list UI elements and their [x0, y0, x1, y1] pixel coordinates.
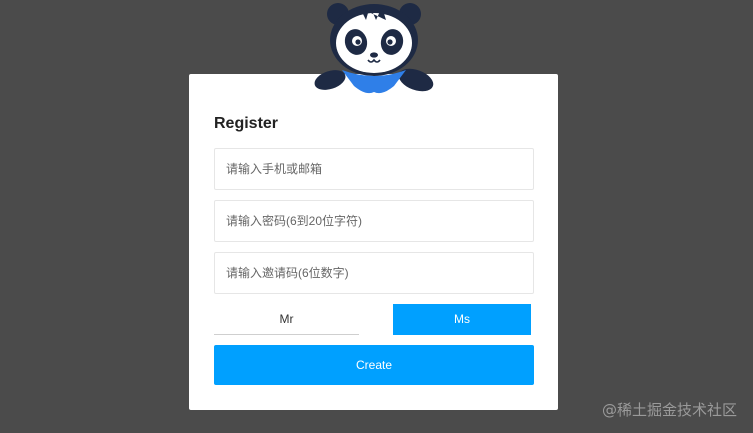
register-card: Register Mr Ms Create: [189, 74, 558, 410]
invite-code-input[interactable]: [214, 252, 534, 294]
phone-or-email-input[interactable]: [214, 148, 534, 190]
watermark: @稀土掘金技术社区: [601, 401, 737, 419]
gender-mr-button[interactable]: Mr: [214, 304, 359, 335]
gender-ms-button[interactable]: Ms: [393, 304, 531, 335]
page-background: Register Mr Ms Create @稀土掘金技术社区: [0, 0, 753, 433]
panda-mascot-icon: [314, 3, 434, 94]
create-button[interactable]: Create: [214, 345, 534, 385]
gender-selector: Mr Ms: [214, 304, 534, 335]
form-title: Register: [214, 115, 279, 132]
password-input[interactable]: [214, 200, 534, 242]
